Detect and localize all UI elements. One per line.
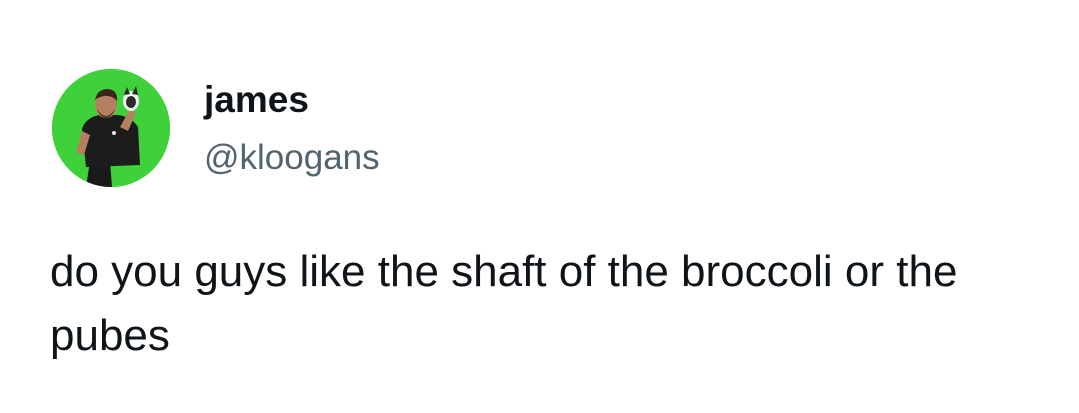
author-handle[interactable]: @kloogans — [204, 136, 380, 180]
tweet-text: do you guys like the shaft of the brocco… — [50, 247, 958, 360]
author-display-name[interactable]: james — [204, 78, 309, 122]
profile-photo-icon — [52, 69, 170, 187]
user-avatar[interactable] — [52, 69, 170, 187]
tweet-card: james @kloogans do you guys like the sha… — [0, 0, 1079, 413]
